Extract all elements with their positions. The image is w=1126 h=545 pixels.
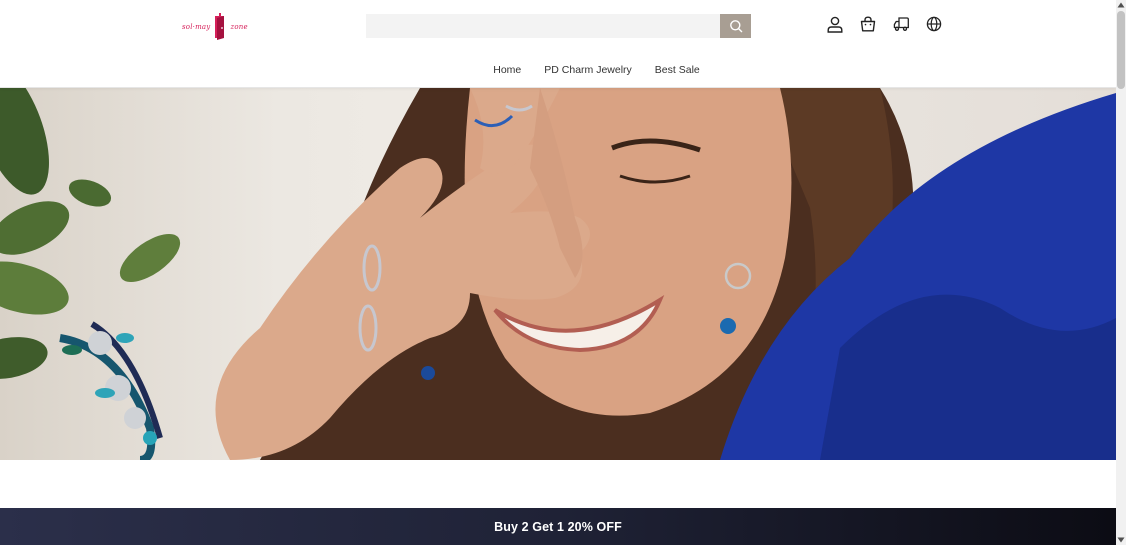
search-icon	[729, 20, 742, 33]
page-scrollbar[interactable]	[1116, 0, 1126, 545]
scroll-down-arrow-icon[interactable]	[1117, 537, 1125, 543]
nav-best-sale[interactable]: Best Sale	[655, 64, 700, 76]
scrollbar-thumb[interactable]	[1117, 11, 1125, 89]
hero-image	[0, 88, 1116, 460]
nav-pd-charm-jewelry[interactable]: PD Charm Jewelry	[544, 64, 632, 76]
promo-bar[interactable]: Buy 2 Get 1 20% OFF	[0, 508, 1116, 545]
account-button[interactable]	[826, 15, 844, 33]
search-button[interactable]	[720, 14, 751, 38]
cart-icon	[860, 16, 876, 32]
charm-bracelet	[59, 321, 163, 460]
logo-text-right: zone	[230, 23, 248, 31]
hero-banner[interactable]	[0, 88, 1116, 460]
account-icon	[827, 16, 843, 33]
site-logo[interactable]: sol·may zone	[182, 10, 252, 44]
nav-home[interactable]: Home	[493, 64, 521, 76]
header-icons	[826, 15, 943, 33]
language-button[interactable]	[925, 15, 943, 33]
main-navigation: Home PD Charm Jewelry Best Sale	[0, 64, 1116, 76]
shipping-truck-icon	[893, 17, 909, 31]
logo-text-left: sol·may	[182, 23, 211, 31]
logo-door-icon	[215, 13, 225, 40]
shipping-button[interactable]	[892, 15, 910, 33]
scroll-up-arrow-icon[interactable]	[1117, 2, 1125, 8]
promo-text: Buy 2 Get 1 20% OFF	[494, 519, 622, 534]
page: sol·may zone Home PD Charm Jewelry Best …	[0, 0, 1116, 545]
globe-icon	[926, 16, 942, 32]
search-input[interactable]	[366, 14, 720, 38]
cart-button[interactable]	[859, 15, 877, 33]
search-bar	[366, 14, 751, 38]
site-header: sol·may zone Home PD Charm Jewelry Best …	[0, 0, 1116, 88]
